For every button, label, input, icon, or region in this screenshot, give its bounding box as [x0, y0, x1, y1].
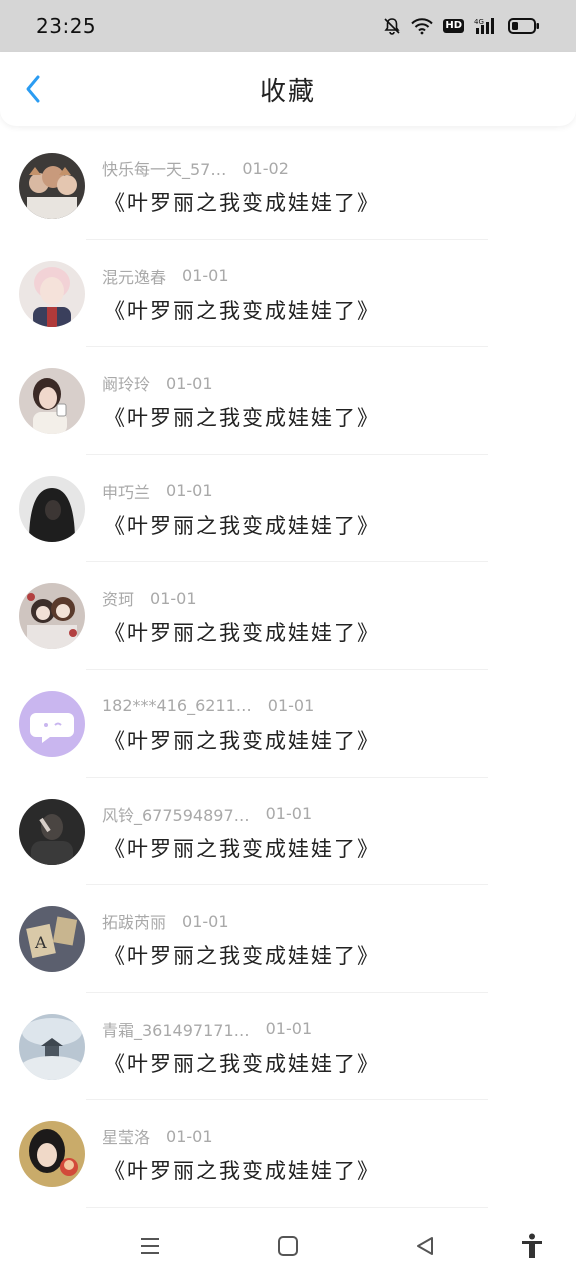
item-meta: 混元逸春 01-01: [102, 264, 229, 288]
user-name: 星莹洛: [102, 1128, 151, 1148]
list-item[interactable]: 青霜_361497171… 01-01 《叶罗丽之我变成娃娃了》: [0, 993, 576, 1101]
user-name: 阚玲玲: [102, 375, 151, 395]
item-meta: 青霜_361497171… 01-01: [102, 1017, 312, 1041]
mute-bell-icon: [383, 17, 401, 35]
list-item[interactable]: 资珂 01-01 《叶罗丽之我变成娃娃了》: [0, 562, 576, 670]
page-title: 收藏: [259, 76, 316, 107]
favorites-list: 快乐每一天_57… 01-02 《叶罗丽之我变成娃娃了》 混元逸春 01-01 …: [0, 132, 576, 1208]
item-meta: 申巧兰 01-01: [102, 479, 213, 503]
home-square-icon: [278, 1236, 298, 1256]
network-label: 4G: [474, 18, 484, 26]
item-meta: 资珂 01-01: [102, 586, 197, 610]
user-name: 快乐每一天_57…: [102, 160, 227, 179]
item-meta: 星莹洛 01-01: [102, 1124, 213, 1148]
avatar[interactable]: [19, 690, 85, 757]
user-name: 资珂: [102, 590, 135, 610]
user-name: 申巧兰: [102, 482, 151, 502]
item-meta: 阚玲玲 01-01: [102, 371, 213, 395]
chevron-left-icon: [26, 75, 40, 103]
item-date: 01-01: [265, 804, 313, 824]
header: 收藏: [0, 52, 576, 126]
list-item[interactable]: 182***416_6211… 01-01 《叶罗丽之我变成娃娃了》: [0, 670, 576, 778]
story-title: 《叶罗丽之我变成娃娃了》: [104, 1051, 380, 1076]
item-meta: 182***416_6211… 01-01: [102, 694, 314, 718]
item-meta: 风铃_677594897… 01-01: [102, 802, 312, 826]
back-triangle-icon: [417, 1237, 433, 1255]
avatar[interactable]: A: [19, 906, 85, 973]
avatar[interactable]: [19, 260, 85, 327]
item-date: 01-01: [150, 588, 197, 608]
story-title: 《叶罗丽之我变成娃娃了》: [104, 728, 380, 753]
story-title: 《叶罗丽之我变成娃娃了》: [104, 621, 380, 646]
avatar[interactable]: [19, 368, 85, 435]
list-item[interactable]: 混元逸春 01-01 《叶罗丽之我变成娃娃了》: [0, 240, 576, 348]
user-name: 混元逸春: [102, 267, 167, 287]
system-nav-bar: [0, 1212, 576, 1280]
user-name: 风铃_677594897…: [102, 805, 250, 825]
item-date: 01-01: [265, 1019, 313, 1039]
user-name: 青霜_361497171…: [102, 1020, 250, 1040]
story-title: 《叶罗丽之我变成娃娃了》: [104, 191, 380, 215]
avatar[interactable]: [19, 153, 85, 219]
list-item[interactable]: A 拓跋芮丽 01-01 《叶罗丽之我变成娃娃了》: [0, 885, 576, 993]
list-item[interactable]: 阚玲玲 01-01 《叶罗丽之我变成娃娃了》: [0, 347, 576, 455]
list-item[interactable]: 申巧兰 01-01 《叶罗丽之我变成娃娃了》: [0, 455, 576, 563]
story-title: 《叶罗丽之我变成娃娃了》: [104, 406, 380, 431]
item-meta: 拓跋芮丽 01-01: [102, 909, 229, 933]
avatar[interactable]: [19, 798, 85, 865]
status-bar: 23:25 HD 4G: [0, 0, 576, 52]
user-name: 182***416_6211…: [102, 696, 252, 716]
story-title: 《叶罗丽之我变成娃娃了》: [104, 944, 380, 969]
story-title: 《叶罗丽之我变成娃娃了》: [104, 513, 380, 538]
item-date: 01-01: [182, 266, 229, 286]
status-icons: HD 4G: [383, 17, 540, 35]
avatar[interactable]: [19, 1121, 85, 1188]
avatar[interactable]: [19, 475, 85, 542]
avatar[interactable]: [19, 1013, 85, 1080]
item-date: 01-01: [166, 481, 213, 501]
accessibility-icon: [522, 1233, 542, 1258]
item-date: 01-01: [267, 696, 315, 716]
item-date: 01-01: [166, 373, 213, 393]
item-date: 01-02: [242, 158, 289, 178]
battery-icon: [508, 17, 540, 35]
menu-icon: [141, 1238, 159, 1254]
user-name: 拓跋芮丽: [102, 913, 167, 933]
svg-text:A: A: [34, 933, 47, 952]
avatar[interactable]: [19, 583, 85, 650]
story-title: 《叶罗丽之我变成娃娃了》: [104, 836, 380, 861]
back-button[interactable]: [18, 74, 48, 104]
menu-button[interactable]: [134, 1230, 166, 1262]
item-date: 01-01: [182, 911, 229, 931]
list-item[interactable]: 星莹洛 01-01 《叶罗丽之我变成娃娃了》: [0, 1100, 576, 1208]
accessibility-button[interactable]: [516, 1230, 548, 1262]
item-date: 01-01: [166, 1126, 213, 1146]
item-meta: 快乐每一天_57… 01-02: [102, 156, 289, 180]
status-time: 23:25: [36, 14, 97, 38]
hd-icon: HD: [443, 19, 464, 33]
signal-icon: 4G: [474, 17, 498, 35]
list-item[interactable]: 风铃_677594897… 01-01 《叶罗丽之我变成娃娃了》: [0, 778, 576, 886]
story-title: 《叶罗丽之我变成娃娃了》: [104, 1159, 380, 1184]
home-button[interactable]: [272, 1230, 304, 1262]
wifi-icon: [411, 17, 434, 35]
story-title: 《叶罗丽之我变成娃娃了》: [104, 298, 380, 323]
back-nav-button[interactable]: [409, 1230, 441, 1262]
list-item[interactable]: 快乐每一天_57… 01-02 《叶罗丽之我变成娃娃了》: [0, 132, 576, 240]
